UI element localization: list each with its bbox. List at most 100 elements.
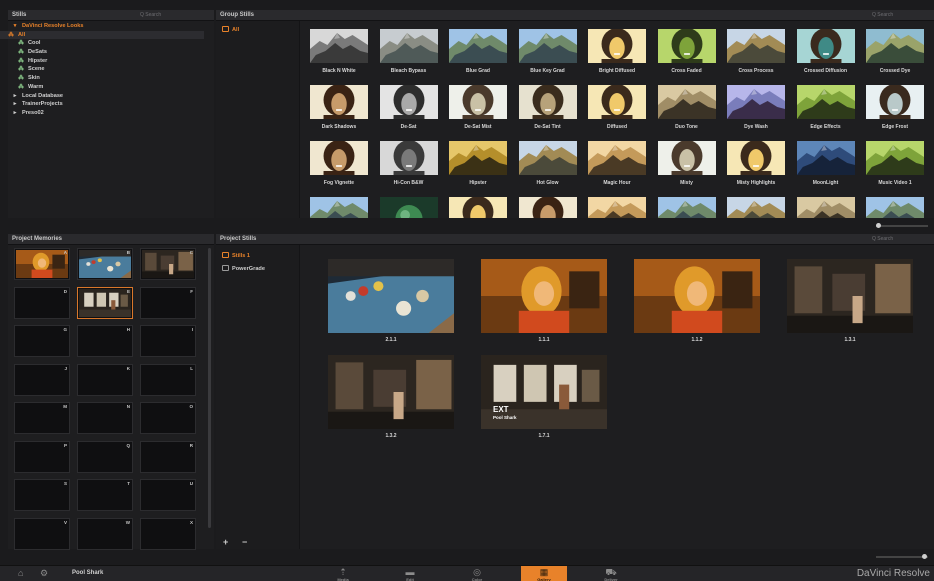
look-thumbnail[interactable]: Cross Process [727,29,785,77]
album-item[interactable]: PowerGrade [216,262,299,275]
memory-slot[interactable]: J [14,363,70,396]
look-thumbnail[interactable] [866,197,924,218]
tree-item[interactable]: ▸ TrainerProjects [8,100,204,109]
memory-slot[interactable]: N [77,402,133,434]
memory-slot[interactable]: G [14,325,70,357]
group-zoom-slider[interactable] [876,223,928,228]
project-still[interactable]: 1.1.2 [634,259,760,347]
memory-slot[interactable]: O [140,402,196,434]
look-image [310,84,368,121]
project-name: Pool Shark [72,570,104,576]
project-zoom-slider[interactable] [876,554,928,559]
memory-slot[interactable]: P [14,440,70,473]
memory-slot[interactable]: V [14,517,70,550]
look-thumbnail[interactable] [518,196,577,218]
group-zoom-handle[interactable] [876,223,881,228]
look-thumbnail[interactable]: Edge Frost [866,84,924,133]
look-thumbnail[interactable] [379,197,438,218]
look-thumbnail[interactable]: Hipster [449,141,507,189]
look-thumbnail[interactable] [449,196,507,218]
look-thumbnail[interactable]: Bleach Bypass [379,29,438,77]
project-still[interactable]: 1.3.2 [328,355,454,443]
look-thumbnail[interactable]: Magic Hour [588,141,646,189]
settings-icon[interactable]: ⚙ [40,568,48,579]
look-label: Blue Key Grad [530,68,565,74]
look-thumbnail[interactable] [796,197,855,218]
memory-slot[interactable]: B [77,248,133,280]
group-sidebar-item-all[interactable]: All [216,21,299,33]
look-thumbnail[interactable]: De-Sat Mist [449,84,507,133]
look-thumbnail[interactable]: Dye Wash [727,85,785,133]
memory-slot[interactable]: M [14,402,70,434]
tree-item[interactable]: ⁂ All [0,30,204,40]
look-thumbnail[interactable]: Edge Effects [796,85,855,133]
tree-item[interactable]: ⁂ Skin [8,74,204,83]
tree-item[interactable]: ⁂ DeSats [8,48,204,57]
tree-item[interactable]: ▸ Preso02 [8,109,204,118]
group-search-input[interactable]: Q Search [872,12,893,18]
project-still[interactable]: 2.1.1 [328,259,454,347]
album-remove-button[interactable]: − [242,537,247,547]
memory-slot[interactable]: E [77,286,133,319]
memory-slot[interactable]: W [77,517,133,550]
look-thumbnail[interactable]: De-Sat [379,84,438,133]
memory-slot[interactable]: X [140,517,196,550]
tree-item[interactable]: ⁂ Warm [8,83,204,92]
look-thumbnail[interactable]: Misty [657,140,716,189]
album-add-button[interactable]: + [223,537,228,547]
look-thumbnail[interactable] [727,197,785,218]
tree-item[interactable]: ⁂ Hipster [8,57,204,66]
look-thumbnail[interactable] [657,197,716,218]
memory-slot[interactable]: L [140,363,196,396]
home-icon[interactable]: ⌂ [18,568,23,578]
look-thumbnail[interactable]: Cross Faded [657,28,716,77]
memories-scrollbar[interactable] [208,248,211,528]
project-search-input[interactable]: Q Search [872,236,893,242]
look-thumbnail[interactable]: Dark Shadows [310,84,368,133]
look-thumbnail[interactable]: Music Video 1 [866,141,924,189]
memory-slot[interactable]: T [77,479,133,511]
tree-item[interactable]: ▸ Local Database [8,92,204,101]
memory-slot[interactable]: I [140,325,196,357]
memory-slot[interactable]: U [140,479,196,511]
look-thumbnail[interactable]: Hot Glow [518,141,577,189]
look-thumbnail[interactable]: De-Sat Tint [518,84,577,133]
look-thumbnail[interactable] [310,197,368,218]
look-thumbnail[interactable]: Fog Vignette [310,140,368,189]
memory-slot[interactable]: F [140,286,196,319]
page-tab-color[interactable]: ◎ Color [454,566,500,581]
look-thumbnail[interactable]: Misty Highlights [727,140,785,189]
look-thumbnail[interactable]: Crossed Diffusion [796,28,855,77]
memory-slot[interactable]: R [140,440,196,473]
memory-slot[interactable]: H [77,325,133,357]
page-tab-media[interactable]: ⇡ Media [320,566,366,581]
memory-slot[interactable]: Q [77,440,133,473]
memory-slot[interactable]: C [140,248,196,280]
memory-slot[interactable]: S [14,479,70,511]
look-thumbnail[interactable]: Blue Grad [449,29,507,77]
project-zoom-handle[interactable] [922,554,927,559]
tree-item[interactable]: ⁂ Scene [8,65,204,74]
page-tab-deliver[interactable]: ⛟ Deliver [588,566,634,581]
look-thumbnail[interactable]: Black N White [310,29,368,77]
memory-slot[interactable]: A [14,248,70,280]
page-tab-gallery[interactable]: ▦ Gallery [521,566,567,581]
look-thumbnail[interactable]: Blue Key Grad [518,29,577,77]
look-thumbnail[interactable]: Diffused [588,84,646,133]
album-item[interactable]: Stills 1 [216,249,299,262]
project-still[interactable]: 1.3.1 [787,259,913,347]
memory-slot[interactable]: K [77,363,133,396]
look-thumbnail[interactable]: Bright Diffused [588,28,646,77]
project-still[interactable]: 1.1.1 [481,259,607,347]
project-still[interactable]: EXT Pool Shark 1.7.1 [481,355,607,443]
memory-slot[interactable]: D [14,286,70,319]
tree-item[interactable]: ▾ DaVinci Resolve Looks [8,22,204,31]
look-thumbnail[interactable] [588,197,646,218]
look-thumbnail[interactable]: Duo Tone [657,85,716,133]
page-tab-edit[interactable]: ▬ Edit [387,566,433,581]
look-thumbnail[interactable]: Crossed Dye [866,29,924,77]
stills-search-input[interactable]: Q Search [140,12,161,18]
look-thumbnail[interactable]: MoonLight [796,141,855,189]
look-thumbnail[interactable]: Hi-Con B&W [379,140,438,189]
tree-item[interactable]: ⁂ Cool [8,39,204,48]
